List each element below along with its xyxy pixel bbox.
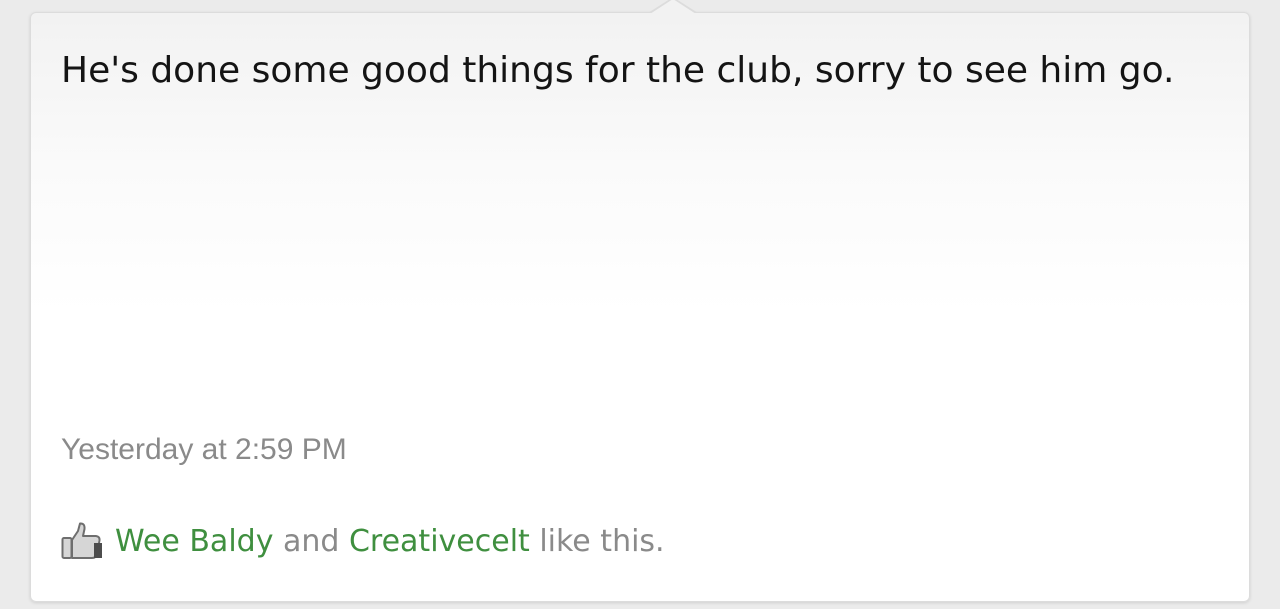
post-card: He's done some good things for the club,… — [30, 0, 1250, 602]
post-message: He's done some good things for the club,… — [61, 50, 1175, 91]
post-timestamp[interactable]: Yesterday at 2:59 PM — [61, 433, 347, 467]
speech-bubble-pointer-fill — [650, 0, 696, 14]
likes-summary: Wee Baldy and Creativecelt like this. — [61, 517, 665, 565]
thumbs-up-icon — [61, 521, 103, 561]
liker-link-wee-baldy[interactable]: Wee Baldy — [115, 524, 273, 559]
likes-connector: and — [273, 523, 349, 559]
likes-suffix: like this. — [529, 523, 665, 559]
liker-link-creativecelt[interactable]: Creativecelt — [349, 524, 530, 559]
